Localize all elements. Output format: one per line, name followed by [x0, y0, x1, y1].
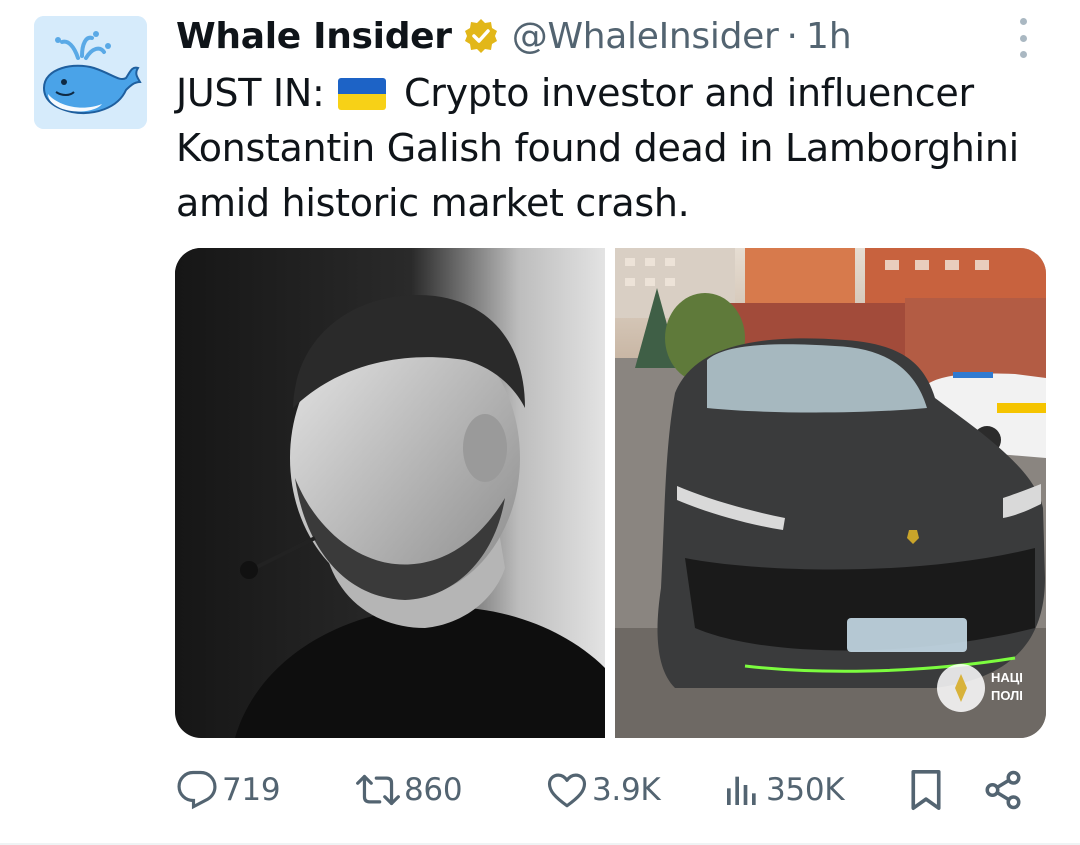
repost-count: 860: [404, 772, 463, 808]
repost-button[interactable]: 860: [356, 765, 463, 815]
tweet-actions: 719 860 3.9K 350K: [176, 765, 1036, 815]
bookmark-icon: [911, 769, 941, 810]
avatar[interactable]: [34, 16, 147, 129]
whale-logo-icon: [34, 16, 147, 129]
ukraine-flag-icon: [338, 78, 387, 110]
bookmark-button[interactable]: [906, 765, 946, 815]
views-button[interactable]: 350K: [722, 765, 845, 815]
like-icon: [547, 773, 587, 808]
share-icon: [985, 770, 1021, 810]
tweet-header: Whale Insider @WhaleInsider · 1h: [176, 12, 966, 60]
repost-icon: [356, 774, 400, 806]
separator-dot: ·: [786, 15, 798, 57]
watermark-line-1: НАЦІ: [991, 670, 1023, 685]
author-handle[interactable]: @WhaleInsider: [512, 16, 779, 57]
reply-icon: [177, 770, 217, 810]
reply-count: 719: [222, 772, 281, 808]
verified-badge-icon: [462, 17, 500, 55]
reply-button[interactable]: 719: [176, 765, 281, 815]
tweet-text: JUST IN: Crypto investor and influencer …: [176, 66, 1056, 231]
more-options-icon[interactable]: [1012, 18, 1034, 58]
like-button[interactable]: 3.9K: [546, 765, 661, 815]
portrait-photo[interactable]: [175, 248, 605, 738]
share-button[interactable]: [982, 765, 1024, 815]
view-count: 350K: [766, 772, 845, 808]
author-name[interactable]: Whale Insider: [176, 16, 452, 57]
tweet-media: НАЦІ ПОЛІ: [175, 248, 1046, 738]
lamborghini-photo[interactable]: НАЦІ ПОЛІ: [615, 248, 1046, 738]
timestamp[interactable]: 1h: [806, 16, 852, 57]
views-icon: [727, 776, 756, 805]
watermark-line-2: ПОЛІ: [991, 688, 1023, 703]
tweet-prefix: JUST IN:: [176, 71, 325, 115]
like-count: 3.9K: [592, 772, 661, 808]
